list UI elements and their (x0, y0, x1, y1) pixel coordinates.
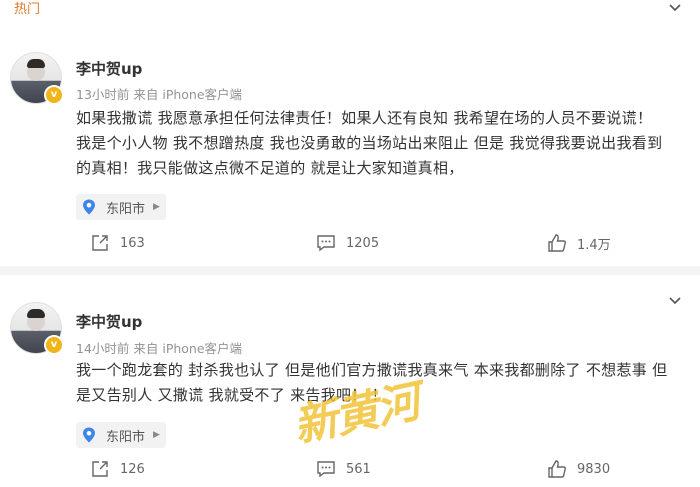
location-pin-icon (83, 199, 95, 215)
repost-count: 126 (120, 461, 145, 477)
arrow-right-icon: ▶ (153, 430, 160, 440)
post-meta: 14小时前 来自 iPhone客户端 (76, 341, 243, 356)
thumbs-up-icon (548, 460, 566, 478)
like-button[interactable]: 9830 (547, 459, 610, 479)
avatar[interactable]: v (10, 52, 64, 105)
repost-button[interactable]: 126 (90, 459, 145, 479)
top-bar: 热门 (0, 0, 700, 20)
location-label: 东阳市 (106, 429, 146, 445)
chevron-down-icon[interactable] (667, 0, 683, 16)
post-divider (0, 266, 700, 275)
repost-icon (92, 235, 108, 251)
location-tag[interactable]: 东阳市 ▶ (76, 422, 166, 448)
repost-count: 163 (120, 235, 145, 251)
post-meta: 13小时前 来自 iPhone客户端 (76, 87, 243, 102)
like-count: 9830 (577, 461, 611, 477)
thumbs-up-icon (548, 234, 566, 252)
verified-badge: v (44, 335, 64, 355)
chevron-down-icon[interactable] (667, 293, 683, 309)
username[interactable]: 李中贺up (76, 58, 142, 79)
like-count: 1.4万 (577, 237, 611, 253)
repost-button[interactable]: 163 (90, 233, 145, 253)
post-text: 如果我撒谎 我愿意承担任何法律责任！如果人还有良知 我希望在场的人员不要说谎！ … (76, 106, 688, 181)
post-text-line: 我是个小人物 我不想蹭热度 我也没勇敢的当场站出来阻止 但是 我觉得我要说出我看… (76, 134, 663, 152)
post-text-line: 如果我撒谎 我愿意承担任何法律责任！如果人还有良知 我希望在场的人员不要说谎！ (76, 109, 653, 127)
like-button[interactable]: 1.4万 (547, 233, 611, 253)
comment-count: 561 (346, 461, 371, 477)
post-text-line: 的真相！我只能做这点微不足道的 就是让大家知道真相， (76, 159, 464, 177)
location-label: 东阳市 (106, 201, 146, 217)
avatar[interactable]: v (10, 302, 64, 355)
tab-hot[interactable]: 热门 (14, 0, 40, 17)
arrow-right-icon: ▶ (153, 202, 160, 212)
location-pin-icon (83, 427, 95, 443)
comment-button[interactable]: 561 (316, 459, 371, 479)
comment-icon (317, 461, 335, 478)
comment-button[interactable]: 1205 (316, 233, 379, 253)
verified-badge: v (44, 85, 64, 105)
username[interactable]: 李中贺up (76, 311, 142, 332)
comment-icon (317, 235, 335, 252)
repost-icon (92, 461, 108, 477)
comment-count: 1205 (346, 235, 380, 251)
location-tag[interactable]: 东阳市 ▶ (76, 194, 166, 220)
